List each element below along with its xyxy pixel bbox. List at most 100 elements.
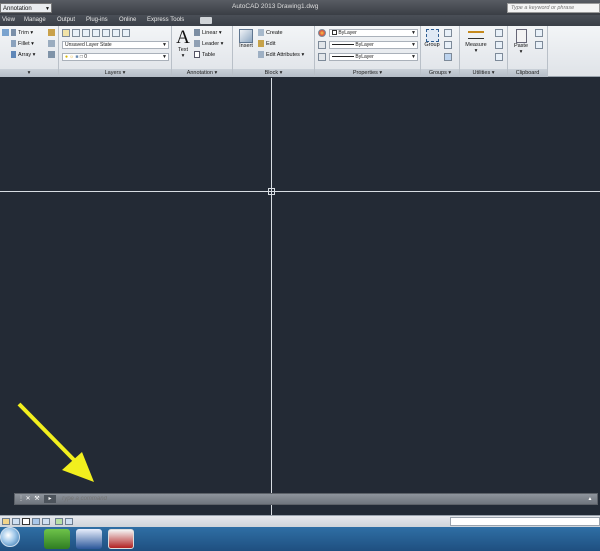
workspace-label: Annotation [3, 6, 32, 12]
panel-groups-title: Groups [428, 70, 447, 76]
tab-view[interactable]: View [2, 17, 15, 23]
offset-button[interactable] [48, 51, 57, 58]
group-icon [425, 29, 439, 42]
panel-layers-footer[interactable]: Layers ▾ [59, 69, 171, 77]
tab-manage[interactable]: Manage [24, 17, 46, 23]
group-edit-icon[interactable] [444, 41, 452, 49]
insert-button[interactable]: Insert [235, 29, 257, 49]
tab-plug-ins[interactable]: Plug-ins [86, 17, 108, 23]
calculator-icon[interactable] [495, 41, 503, 49]
dynamic-input-icon[interactable] [65, 518, 73, 525]
edit-attributes-button[interactable]: Edit Attributes ▾ [258, 51, 304, 58]
layer-iso-icon[interactable] [82, 29, 90, 37]
layer-lock-icon[interactable] [122, 29, 130, 37]
id-point-icon[interactable] [495, 53, 503, 61]
recent-commands-icon[interactable]: ▸ [44, 495, 56, 503]
table-button[interactable]: Table [194, 51, 215, 58]
erase-button[interactable] [48, 29, 57, 36]
tab-overflow-icon[interactable] [200, 17, 212, 24]
edit-block-button[interactable]: Edit [258, 40, 275, 47]
scroll-up-icon[interactable]: ▲ [586, 495, 594, 503]
tab-output[interactable]: Output [57, 17, 75, 23]
clipboard-icon [515, 29, 527, 43]
tab-online[interactable]: Online [119, 17, 136, 23]
lineweight-icon[interactable] [318, 41, 326, 49]
ruler-icon [468, 31, 484, 39]
group-label: Group [424, 42, 440, 48]
explode-button[interactable] [48, 40, 57, 47]
ribbon-tabs: View Manage Output Plug-ins Online Expre… [0, 15, 600, 26]
panel-utilities-footer[interactable]: Utilities ▾ [460, 69, 507, 77]
linear-dimension-icon [194, 29, 200, 36]
leader-button[interactable]: Leader ▾ [194, 40, 223, 47]
trim-button[interactable]: Trim ▾ [11, 29, 33, 36]
workspace-switcher[interactable]: Annotation ▼ [0, 3, 52, 13]
insert-block-icon [239, 29, 253, 43]
create-block-button[interactable]: Create [258, 29, 283, 36]
snap-icon[interactable] [12, 518, 20, 525]
command-input[interactable] [61, 495, 461, 503]
layer-dropdown[interactable]: ● ☼ ■ □ 0 ▼ [62, 53, 169, 61]
group-selection-icon[interactable] [444, 53, 452, 61]
quick-select-icon[interactable] [495, 29, 503, 37]
chevron-down-icon: ▼ [411, 54, 416, 60]
ribbon-empty-area [548, 26, 600, 77]
table-icon [194, 51, 200, 58]
linetype-dropdown[interactable]: ByLayer ▼ [329, 53, 418, 61]
group-button[interactable]: Group [423, 29, 441, 48]
text-button[interactable]: A Text ▾ [174, 28, 192, 59]
model-icon[interactable] [2, 518, 10, 525]
layer-state-dropdown[interactable]: Unsaved Layer State ▼ [62, 41, 169, 49]
panel-modify-footer[interactable]: ▾ [0, 69, 58, 77]
layer-freeze-icon[interactable] [112, 29, 120, 37]
panel-annotation: A Text ▾ Linear ▾ Leader ▾ Table Annotat… [172, 26, 233, 77]
panel-block-footer[interactable]: Block ▾ [233, 69, 314, 77]
chevron-down-icon: ▾ [474, 48, 478, 54]
linear-dimension-button[interactable]: Linear ▾ [194, 29, 222, 36]
layer-tools-icon[interactable] [72, 29, 80, 37]
copy-icon[interactable] [535, 41, 543, 49]
ribbon: Trim ▾ Fillet ▾ Array ▾ ▾ Unsaved Layer … [0, 26, 600, 77]
tab-express-tools[interactable]: Express Tools [147, 17, 184, 23]
close-icon[interactable]: ✕ [24, 495, 32, 503]
panel-annotation-footer[interactable]: Annotation ▾ [172, 69, 232, 77]
layer-match-icon[interactable] [92, 29, 100, 37]
paste-button[interactable]: Paste ▾ [510, 29, 532, 55]
command-line: ⋮ ✕ ⚒ ▸ ▲ [14, 493, 598, 505]
match-properties-icon[interactable] [318, 29, 326, 37]
autocad-icon[interactable] [108, 529, 134, 549]
sun-icon: ☼ [69, 54, 75, 60]
wrench-icon[interactable]: ⚒ [33, 495, 41, 503]
move-button[interactable] [2, 29, 11, 36]
otrack-icon[interactable] [55, 518, 63, 525]
edit-block-icon [258, 40, 264, 47]
layer-off-icon[interactable] [102, 29, 110, 37]
layer-properties-icon[interactable] [62, 29, 70, 37]
ortho-icon[interactable] [22, 518, 30, 525]
array-icon [11, 51, 16, 58]
color-dropdown[interactable]: ByLayer ▼ [329, 29, 418, 37]
fillet-button[interactable]: Fillet ▾ [11, 40, 34, 47]
status-bar [0, 515, 600, 527]
panel-groups-footer[interactable]: Groups ▾ [421, 69, 459, 77]
measure-button[interactable]: Measure ▾ [462, 29, 490, 54]
start-button[interactable] [0, 527, 20, 547]
linetype-icon[interactable] [318, 53, 326, 61]
trim-icon [11, 29, 16, 36]
green-app-icon[interactable] [44, 529, 70, 549]
drawing-canvas[interactable] [0, 78, 600, 515]
search-input[interactable] [507, 3, 600, 13]
trim-label: Trim [18, 29, 29, 36]
cursor-pickbox [268, 188, 275, 195]
ungroup-icon[interactable] [444, 29, 452, 37]
panel-properties-footer[interactable]: Properties ▾ [315, 69, 420, 77]
array-button[interactable]: Array ▾ [11, 51, 35, 58]
pencil-icon [48, 29, 55, 36]
polar-icon[interactable] [32, 518, 40, 525]
panel-clipboard-footer[interactable]: Clipboard [508, 69, 547, 77]
cut-icon[interactable] [535, 29, 543, 37]
word-icon[interactable] [76, 529, 102, 549]
fillet-icon [11, 40, 16, 47]
lineweight-dropdown[interactable]: ByLayer ▼ [329, 41, 418, 49]
osnap-icon[interactable] [42, 518, 50, 525]
